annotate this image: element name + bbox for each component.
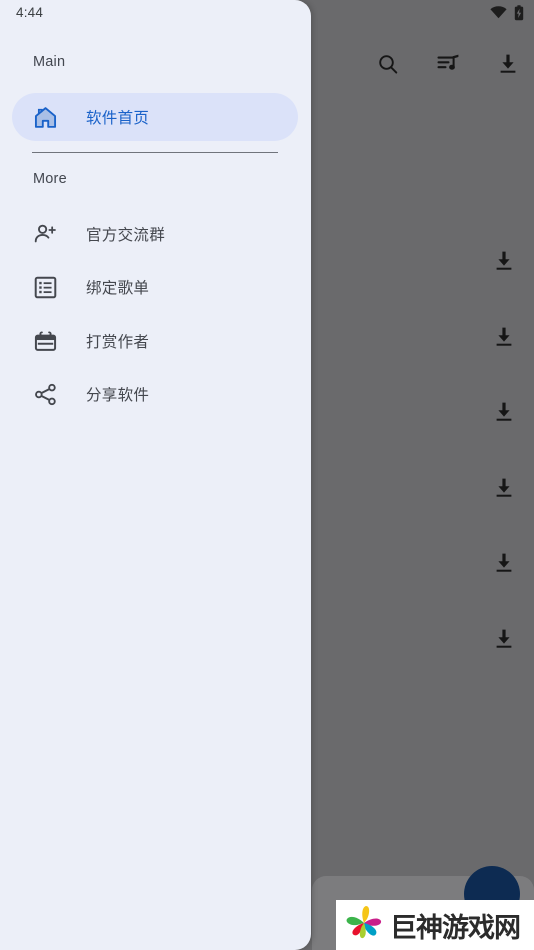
- row-download-button[interactable]: [490, 247, 518, 275]
- sidebar-item-bind-playlist[interactable]: 绑定歌单: [12, 263, 298, 311]
- navigation-drawer[interactable]: 4:44 Main 软件首页 More 官方交流群 绑定歌单 打赏作者 分享软件: [0, 0, 311, 950]
- watermark: 巨神游戏网: [336, 900, 534, 950]
- pinwheel-logo-icon: [342, 902, 386, 949]
- sidebar-item-official-group[interactable]: 官方交流群: [12, 210, 298, 258]
- person-add-icon: [32, 221, 58, 247]
- sidebar-item-label: 软件首页: [86, 110, 150, 127]
- download-icon: [496, 553, 512, 572]
- share-icon: [32, 381, 58, 407]
- sidebar-item-label: 分享软件: [86, 387, 150, 404]
- download-icon: [496, 478, 512, 497]
- row-download-button[interactable]: [490, 398, 518, 426]
- sidebar-item-home[interactable]: 软件首页: [12, 93, 298, 141]
- sidebar-item-donate[interactable]: 打赏作者: [12, 317, 298, 365]
- download-icon: [496, 629, 512, 648]
- list-box-icon: [32, 274, 58, 300]
- download-icon: [496, 402, 512, 421]
- sidebar-item-label: 绑定歌单: [86, 280, 150, 297]
- drawer-section-label-main: Main: [33, 54, 66, 70]
- download-icon: [496, 251, 512, 270]
- drawer-section-label-more: More: [33, 171, 67, 187]
- download-icon: [496, 327, 512, 346]
- sidebar-item-share[interactable]: 分享软件: [12, 370, 298, 418]
- watermark-text: 巨神游戏网: [390, 912, 521, 944]
- home-icon: [32, 104, 58, 130]
- sidebar-item-label: 官方交流群: [86, 227, 166, 244]
- row-download-button[interactable]: [490, 549, 518, 577]
- row-download-button[interactable]: [490, 625, 518, 653]
- content-row-actions: [312, 0, 534, 950]
- sidebar-item-label: 打赏作者: [86, 334, 150, 351]
- row-download-button[interactable]: [490, 474, 518, 502]
- drawer-divider: [32, 152, 278, 153]
- status-bar-clock: 4:44: [16, 5, 44, 20]
- gift-card-icon: [32, 328, 58, 354]
- row-download-button[interactable]: [490, 323, 518, 351]
